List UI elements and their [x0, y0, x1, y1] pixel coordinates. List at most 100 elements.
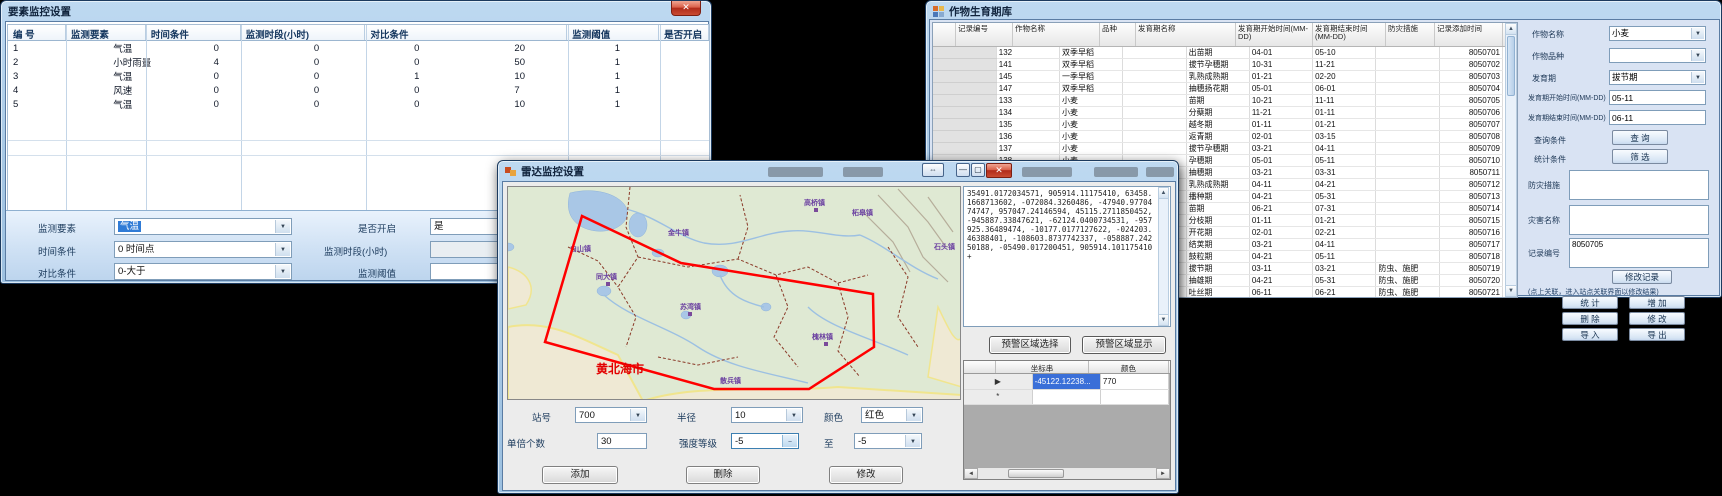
- scroll-left-icon[interactable]: ◄: [964, 468, 978, 479]
- stepper-button[interactable]: –: [782, 435, 797, 447]
- table-row[interactable]: 136小麦返青期02-0103-158050708: [933, 131, 1503, 143]
- chevron-down-icon[interactable]: ▼: [1691, 28, 1704, 39]
- table-row[interactable]: 137小麦拔节孕穗期03-2104-118050709: [933, 143, 1503, 155]
- cell: [1123, 119, 1186, 131]
- scrollbar-thumb[interactable]: [1507, 36, 1515, 96]
- modify-area-button[interactable]: 修改: [829, 466, 903, 484]
- export-button[interactable]: 导 出: [1629, 328, 1685, 341]
- coords-textbox[interactable]: 35491.0172034571, 905914.11175410, 63458…: [963, 186, 1171, 327]
- close-icon[interactable]: ✕: [986, 163, 1012, 178]
- cell: 乳熟成熟期: [1186, 71, 1249, 83]
- crop-variety-label: 作物品种: [1532, 51, 1564, 62]
- chevron-down-icon[interactable]: ▼: [1691, 72, 1704, 83]
- table-row[interactable]: 3气温001101: [8, 69, 710, 83]
- cell: [1376, 131, 1439, 143]
- cell: 06-11: [1249, 287, 1312, 299]
- count-label: 单倍个数: [507, 436, 545, 450]
- table-row[interactable]: 145一季早稻乳熟成熟期01-2102-208050703: [933, 71, 1503, 83]
- modify-button[interactable]: 修 改: [1629, 312, 1685, 325]
- delete-area-button[interactable]: 删除: [686, 466, 760, 484]
- table-row[interactable]: 133小麦苗期10-2111-118050705: [933, 95, 1503, 107]
- level-stepper[interactable]: -5 –: [731, 433, 799, 449]
- chevron-down-icon[interactable]: ▼: [786, 409, 801, 421]
- redacted-text: [843, 167, 883, 177]
- table-row[interactable]: 141双季早稻拔节孕穗期10-3111-218050702: [933, 59, 1503, 71]
- element-window-titlebar[interactable]: 要素监控设置: [1, 1, 711, 21]
- table-row[interactable]: *: [964, 389, 1169, 404]
- record-no-box[interactable]: 8050705: [1569, 238, 1709, 268]
- modify-record-button[interactable]: 修改记录: [1612, 270, 1672, 284]
- header-cell: 对比条件: [365, 25, 567, 40]
- to-combo[interactable]: -5 ▼: [854, 433, 922, 449]
- stage-combo[interactable]: 拔节期 ▼: [1609, 70, 1706, 85]
- table-row[interactable]: 132双季早稻出苗期04-0105-108050701: [933, 47, 1503, 59]
- count-input[interactable]: [597, 433, 647, 449]
- cell: 8050717: [1439, 239, 1502, 251]
- cell: 乳熟成熟期: [1186, 179, 1249, 191]
- close-icon[interactable]: ✕: [671, 1, 701, 16]
- disaster-textarea[interactable]: [1569, 205, 1709, 235]
- maximize-icon[interactable]: ▢: [971, 163, 985, 177]
- import-button[interactable]: 导 入: [1562, 328, 1618, 341]
- chevron-down-icon[interactable]: ▼: [1691, 50, 1704, 61]
- color-combo[interactable]: 红色 ▼: [861, 407, 923, 423]
- cell: 05-10: [1313, 47, 1376, 59]
- cell: 8050706: [1439, 107, 1502, 119]
- compare-combo[interactable]: 0-大于 ▼: [114, 263, 292, 280]
- scroll-down-icon[interactable]: ▼: [1159, 314, 1168, 325]
- radius-combo[interactable]: 10 ▼: [731, 407, 803, 423]
- delete-button[interactable]: 删 除: [1562, 312, 1618, 325]
- cell: 出苗期: [1186, 47, 1249, 59]
- scroll-down-icon[interactable]: ▼: [1506, 285, 1516, 296]
- area-grid: 坐标串颜色 ▶-45122.12238...770* ◄ ►: [963, 360, 1171, 480]
- filter-button[interactable]: 筛 选: [1612, 149, 1668, 164]
- place-label: 散兵镇: [720, 376, 741, 385]
- map-window-titlebar[interactable]: 雷达监控设置: [498, 161, 1178, 181]
- station-combo[interactable]: 700 ▼: [575, 407, 647, 423]
- area-grid-hscrollbar[interactable]: ◄ ►: [964, 467, 1170, 479]
- scroll-right-icon[interactable]: ►: [1156, 468, 1170, 479]
- measure-textarea[interactable]: [1569, 170, 1709, 200]
- add-button[interactable]: 增 加: [1629, 296, 1685, 309]
- warning-area-show-button[interactable]: 预警区域显示: [1082, 336, 1166, 354]
- table-row[interactable]: 2小时雨量400501: [8, 55, 710, 69]
- table-row[interactable]: 135小麦越冬期01-1101-218050707: [933, 119, 1503, 131]
- add-area-button[interactable]: 添加: [542, 466, 618, 484]
- element-combo[interactable]: 气温 ▼: [114, 218, 292, 235]
- cell: 8050715: [1439, 215, 1502, 227]
- query-button[interactable]: 查 询: [1612, 130, 1668, 145]
- chevron-down-icon[interactable]: ▼: [905, 435, 920, 447]
- warning-area-select-button[interactable]: 预警区域选择: [989, 336, 1071, 354]
- chevron-down-icon[interactable]: ▼: [630, 409, 645, 421]
- scrollbar-thumb[interactable]: [1008, 469, 1064, 478]
- cell: ▶: [964, 374, 1032, 389]
- header-cell: 是否开启: [659, 25, 709, 40]
- chevron-down-icon[interactable]: ▼: [275, 265, 290, 278]
- crop-name-combo[interactable]: 小麦 ▼: [1609, 26, 1706, 41]
- table-row[interactable]: ▶-45122.12238...770: [964, 374, 1169, 389]
- chevron-down-icon[interactable]: ▼: [275, 243, 290, 256]
- table-row[interactable]: 134小麦分蘖期11-2101-118050706: [933, 107, 1503, 119]
- table-row[interactable]: 4风速00071: [8, 83, 710, 97]
- crop-variety-combo[interactable]: ▼: [1609, 48, 1706, 63]
- chevron-down-icon[interactable]: ▼: [275, 220, 290, 233]
- measure-label: 防灾措施: [1528, 180, 1560, 191]
- stat-button[interactable]: 统 计: [1562, 296, 1618, 309]
- table-row[interactable]: 5气温000101: [8, 97, 710, 111]
- cell: 吐丝期: [1186, 287, 1249, 299]
- scroll-up-icon[interactable]: ▲: [1506, 24, 1516, 35]
- chevron-down-icon[interactable]: ▼: [906, 409, 921, 421]
- stage-start-input[interactable]: [1609, 90, 1706, 105]
- stage-end-input[interactable]: [1609, 110, 1706, 125]
- minimize-icon[interactable]: —: [956, 163, 970, 177]
- crop-table-scrollbar[interactable]: ▲ ▼: [1505, 23, 1517, 297]
- crop-window-titlebar[interactable]: 作物生育期库: [926, 1, 1721, 21]
- table-row[interactable]: 147双季早稻抽穗扬花期05-0106-018050704: [933, 83, 1503, 95]
- table-row[interactable]: 1气温000201: [8, 41, 710, 55]
- coords-scrollbar[interactable]: ▲ ▼: [1158, 187, 1169, 326]
- map-canvas[interactable]: 高桥镇 柘皋镇 白山镇 同大镇 金牛镇 石头镇 苏湾镇 槐林镇 散兵镇 黄北海市: [507, 186, 961, 400]
- time-cond-combo[interactable]: 0 时间点 ▼: [114, 241, 292, 258]
- restore-icon[interactable]: ⇔: [922, 163, 944, 177]
- scroll-up-icon[interactable]: ▲: [1159, 188, 1168, 199]
- cell: 135: [996, 119, 1059, 131]
